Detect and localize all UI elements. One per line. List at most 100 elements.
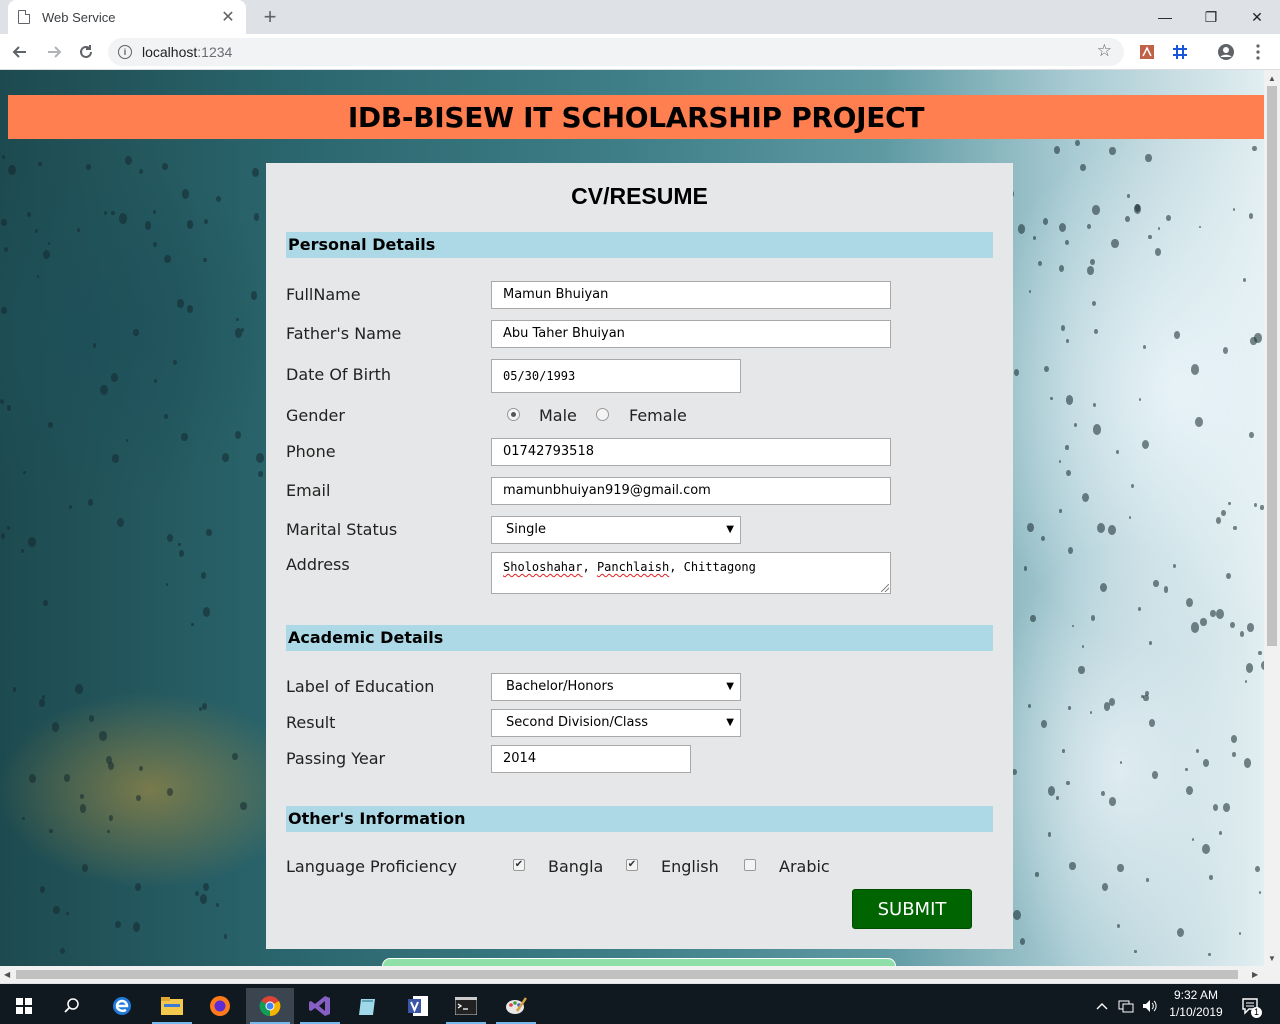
raindrop — [1196, 749, 1200, 754]
submit-button[interactable]: SUBMIT — [852, 889, 972, 929]
edge-browser-icon[interactable] — [98, 988, 146, 1024]
raindrop — [100, 384, 108, 395]
clock[interactable]: 9:32 AM 1/10/2019 — [1166, 987, 1226, 1021]
horizontal-scrollbar[interactable]: ◀ ▶ — [0, 966, 1280, 983]
raindrop — [86, 163, 92, 171]
chrome-icon[interactable] — [246, 988, 294, 1024]
vertical-scrollbar[interactable]: ▲ ▼ — [1264, 70, 1280, 966]
raindrop — [132, 328, 139, 336]
raindrop — [1086, 223, 1092, 230]
volume-icon[interactable] — [1138, 988, 1162, 1024]
dob-label: Date Of Birth — [286, 365, 392, 384]
action-center-icon[interactable]: 1 — [1230, 988, 1270, 1024]
raindrop — [53, 905, 60, 915]
resize-handle-icon[interactable] — [881, 584, 889, 592]
show-hidden-icons-icon[interactable] — [1090, 988, 1114, 1024]
raindrop — [119, 213, 128, 224]
scroll-down-icon[interactable]: ▼ — [1268, 954, 1276, 963]
raindrop — [1059, 223, 1067, 233]
raindrop — [39, 886, 45, 893]
back-arrow-icon[interactable] — [8, 40, 32, 64]
passing-year-input[interactable]: 2014 — [491, 745, 691, 773]
raindrop — [1185, 785, 1194, 796]
raindrop — [29, 774, 36, 783]
search-icon[interactable] — [48, 988, 96, 1024]
arabic-checkbox[interactable] — [744, 859, 756, 871]
gender-label: Gender — [286, 406, 345, 425]
firefox-icon[interactable] — [196, 988, 244, 1024]
raindrop — [108, 815, 114, 822]
tab-strip: Web Service ✕ + — ❐ ✕ — [0, 0, 1280, 34]
phone-input[interactable]: 01742793518 — [491, 438, 891, 466]
pdf-extension-icon[interactable] — [1137, 42, 1157, 62]
bangla-checkbox[interactable]: ✔ — [513, 859, 525, 871]
paint-icon[interactable] — [492, 988, 540, 1024]
raindrop — [1232, 752, 1236, 757]
reload-icon[interactable] — [74, 40, 98, 64]
education-level-select[interactable]: Bachelor/Honors ▼ — [491, 673, 741, 701]
marital-status-select[interactable]: Single ▼ — [491, 516, 741, 544]
menu-kebab-icon[interactable] — [1248, 42, 1268, 62]
raindrop — [12, 687, 16, 692]
vertical-scroll-thumb[interactable] — [1267, 86, 1277, 646]
raindrop — [203, 257, 207, 262]
raindrop — [172, 359, 177, 366]
dob-input[interactable]: 05/30/1993 — [491, 359, 741, 393]
gender-female-radio[interactable] — [596, 408, 609, 421]
site-info-icon[interactable]: i — [118, 45, 132, 59]
raindrop — [1245, 680, 1248, 684]
raindrop — [257, 470, 263, 478]
visio-icon[interactable] — [394, 988, 442, 1024]
close-window-button[interactable]: ✕ — [1234, 0, 1280, 34]
network-icon[interactable] — [1114, 988, 1138, 1024]
gender-male-radio[interactable] — [507, 408, 520, 421]
father-name-input[interactable]: Abu Taher Bhuiyan — [491, 320, 891, 348]
email-input[interactable]: mamunbhuiyan919@gmail.com — [491, 477, 891, 505]
grid-extension-icon[interactable] — [1170, 42, 1190, 62]
raindrop — [1030, 614, 1037, 623]
new-tab-button[interactable]: + — [258, 4, 282, 30]
app-icon-blue-note[interactable] — [344, 988, 392, 1024]
raindrop — [134, 883, 141, 892]
raindrop — [206, 529, 212, 536]
command-prompt-icon[interactable] — [442, 988, 490, 1024]
raindrop — [111, 210, 115, 215]
dropdown-arrow-icon: ▼ — [726, 524, 734, 535]
scroll-up-icon[interactable]: ▲ — [1268, 74, 1276, 83]
raindrop — [1185, 598, 1193, 608]
raindrop — [139, 766, 144, 772]
education-level-label: Label of Education — [286, 677, 435, 696]
raindrop — [198, 706, 202, 711]
raindrop — [125, 438, 129, 443]
raindrop — [1215, 517, 1221, 524]
raindrop — [1097, 522, 1106, 534]
forward-arrow-icon[interactable] — [42, 40, 66, 64]
address-textarea[interactable]: Sholoshahar, Panchlaish, Chittagong — [491, 552, 891, 594]
raindrop — [1101, 882, 1109, 891]
file-explorer-icon[interactable] — [148, 988, 196, 1024]
bookmark-star-icon[interactable]: ☆ — [1097, 41, 1112, 61]
fullname-input[interactable]: Mamun Bhuiyan — [491, 281, 891, 309]
raindrop — [1173, 330, 1181, 340]
raindrop — [153, 209, 157, 214]
profile-icon[interactable] — [1216, 42, 1236, 62]
result-select[interactable]: Second Division/Class ▼ — [491, 709, 741, 737]
raindrop — [1047, 786, 1056, 797]
tab-close-icon[interactable]: ✕ — [220, 7, 236, 27]
browser-tab[interactable]: Web Service ✕ — [8, 0, 246, 34]
scroll-left-icon[interactable]: ◀ — [4, 970, 10, 979]
form-title: CV/RESUME — [571, 183, 708, 209]
raindrop — [1142, 440, 1149, 450]
english-checkbox[interactable]: ✔ — [626, 859, 638, 871]
raindrop — [1080, 164, 1086, 172]
windows-start-icon[interactable] — [0, 988, 48, 1024]
visual-studio-icon[interactable] — [296, 988, 344, 1024]
address-bar[interactable]: i localhost:1234 ☆ — [108, 38, 1124, 66]
scroll-right-icon[interactable]: ▶ — [1252, 970, 1258, 979]
horizontal-scroll-thumb[interactable] — [16, 970, 1238, 979]
restore-button[interactable]: ❐ — [1188, 0, 1234, 34]
raindrop — [204, 218, 209, 224]
raindrop — [1249, 432, 1254, 439]
minimize-button[interactable]: — — [1142, 0, 1188, 34]
raindrop — [1258, 650, 1262, 656]
